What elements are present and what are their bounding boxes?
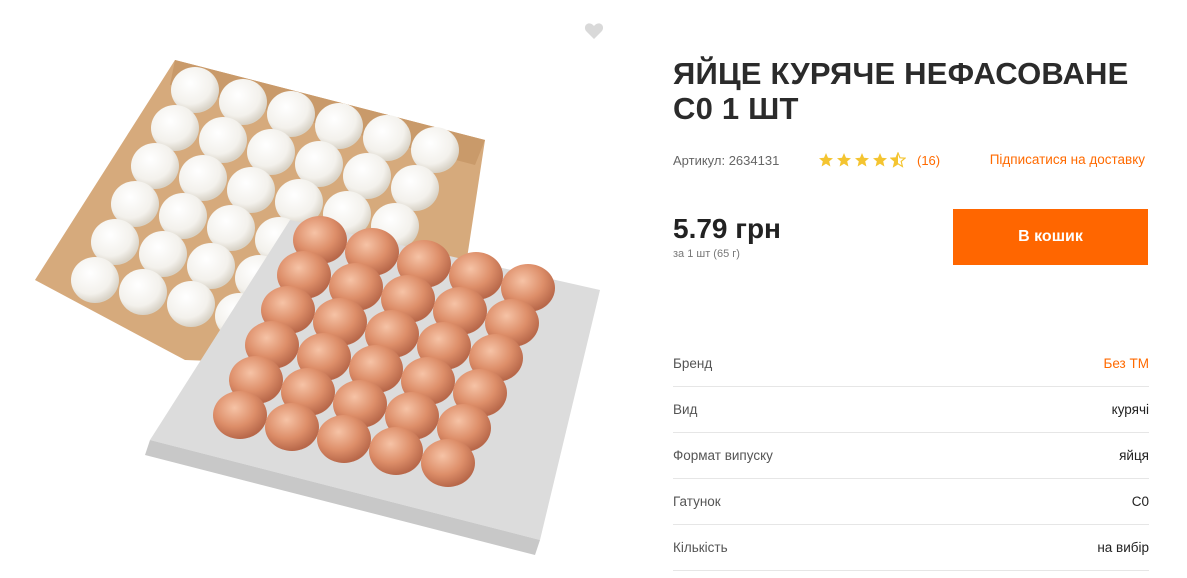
spec-name: Кількість (673, 540, 728, 555)
egg (119, 269, 167, 315)
star-icon (873, 153, 887, 167)
spec-name: Бренд (673, 356, 713, 371)
unit-note: за 1 шт (65 г) (673, 248, 740, 260)
star-half-icon (890, 152, 906, 168)
product-gallery (0, 0, 630, 578)
product-info: ЯЙЦЕ КУРЯЧЕ НЕФАСОВАНЕ С0 1 ШТ Артикул: … (673, 0, 1149, 578)
sku-value: 2634131 (728, 153, 780, 168)
spec-row: Кількість на вибір (673, 525, 1149, 571)
egg (369, 427, 423, 475)
spec-name: Гатунок (673, 494, 721, 509)
price-block: 5.79 грн за 1 шт (65 г) (673, 212, 781, 260)
egg (213, 391, 267, 439)
add-to-cart-button[interactable]: В кошик (953, 209, 1148, 265)
egg (71, 257, 119, 303)
product-meta: Артикул: 2634131 (16) Підписатися на дос… (673, 150, 1149, 170)
egg (421, 439, 475, 487)
spec-row: Вид курячі (673, 387, 1149, 433)
sku-label: Артикул: (673, 153, 726, 168)
spec-name: Формат випуску (673, 448, 773, 463)
egg (317, 415, 371, 463)
star-icon (837, 153, 851, 167)
egg (167, 281, 215, 327)
reviews-count[interactable]: (16) (917, 153, 940, 168)
spec-value: на вибір (1097, 540, 1149, 555)
specs-table: Бренд Без ТМ Вид курячі Формат випуску я… (673, 341, 1149, 571)
spec-value: курячі (1111, 402, 1149, 417)
star-icon (819, 153, 833, 167)
subscribe-delivery-link[interactable]: Підписатися на доставку (990, 152, 1145, 167)
price: 5.79 грн (673, 213, 781, 244)
heart-icon[interactable] (584, 22, 604, 40)
spec-value: яйця (1119, 448, 1149, 463)
spec-row: Бренд Без ТМ (673, 341, 1149, 387)
spec-row: Гатунок С0 (673, 479, 1149, 525)
spec-name: Вид (673, 402, 698, 417)
spec-value-brand-link[interactable]: Без ТМ (1103, 356, 1149, 371)
product-image (35, 60, 600, 555)
egg (265, 403, 319, 451)
spec-row: Формат випуску яйця (673, 433, 1149, 479)
sku: Артикул: 2634131 (673, 153, 779, 168)
spec-value: С0 (1131, 494, 1149, 509)
rating[interactable]: (16) (818, 150, 940, 170)
star-icon (855, 153, 869, 167)
product-title: ЯЙЦЕ КУРЯЧЕ НЕФАСОВАНЕ С0 1 ШТ (673, 56, 1129, 126)
